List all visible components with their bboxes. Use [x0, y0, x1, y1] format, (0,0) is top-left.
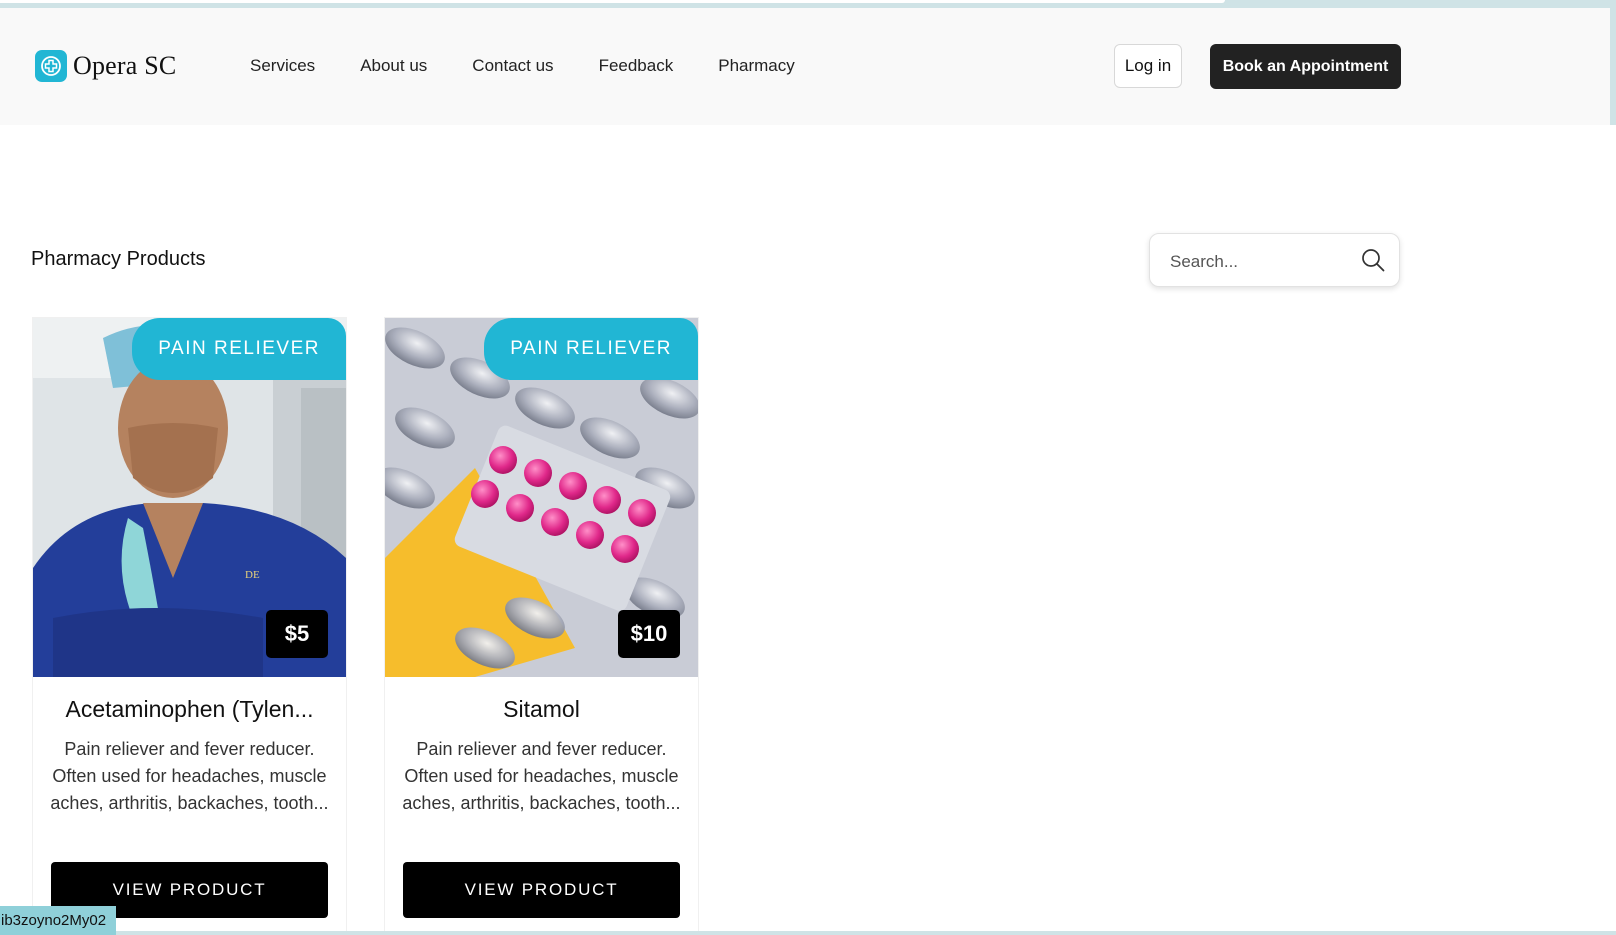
status-tag: ib3zoyno2My02 — [0, 906, 117, 935]
brand-name: Opera SC — [73, 51, 177, 80]
brand-logo[interactable]: Opera SC — [35, 50, 176, 82]
svg-text:DE: DE — [245, 569, 260, 581]
book-appointment-button[interactable]: Book an Appointment — [1210, 44, 1401, 89]
login-button[interactable]: Log in — [1114, 44, 1182, 88]
top-accent-line — [0, 0, 1616, 8]
price-badge: $5 — [266, 610, 328, 658]
medical-cross-icon — [35, 50, 67, 82]
product-name[interactable]: Acetaminophen (Tylen... — [33, 696, 346, 723]
view-product-button[interactable]: VIEW PRODUCT — [403, 862, 680, 918]
page-title: Pharmacy Products — [31, 248, 206, 270]
product-description: Pain reliever and fever reducer. Often u… — [402, 739, 681, 813]
product-card: PAIN RELIEVER $10 Sitamol Pain reliever … — [384, 317, 699, 935]
nav-about-us[interactable]: About us — [360, 56, 427, 76]
product-name[interactable]: Sitamol — [385, 696, 698, 723]
category-badge: PAIN RELIEVER — [484, 318, 698, 380]
site-header: Opera SC Services About us Contact us Fe… — [0, 8, 1616, 125]
search-input[interactable] — [1168, 249, 1352, 275]
nav-feedback[interactable]: Feedback — [599, 56, 674, 76]
search-icon[interactable] — [1361, 248, 1385, 277]
price-badge: $10 — [618, 610, 680, 658]
nav-contact-us[interactable]: Contact us — [472, 56, 553, 76]
product-description: Pain reliever and fever reducer. Often u… — [50, 739, 329, 813]
search-box — [1149, 233, 1400, 287]
category-badge: PAIN RELIEVER — [132, 318, 346, 380]
bottom-accent-line — [0, 931, 1616, 935]
product-card: DE PAIN RELIEVER $5 Acetaminophen (Tylen… — [32, 317, 347, 935]
nav-services[interactable]: Services — [250, 56, 315, 76]
nav-pharmacy[interactable]: Pharmacy — [718, 56, 795, 76]
main-nav: Services About us Contact us Feedback Ph… — [250, 56, 840, 76]
